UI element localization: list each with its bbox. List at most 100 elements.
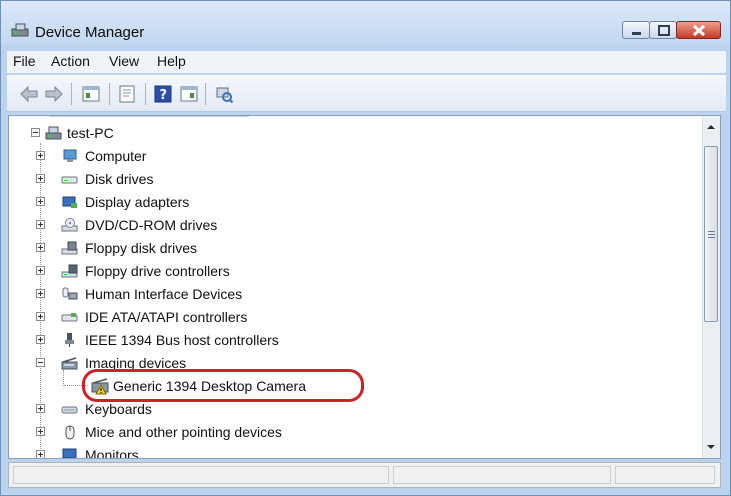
scroll-up-icon[interactable] [706,122,716,132]
category-label: Display adapters [85,194,190,210]
expand-toggle[interactable] [36,335,45,344]
vertical-scrollbar[interactable] [702,116,720,458]
expand-toggle[interactable] [36,220,45,229]
toolbar-separator [205,83,206,105]
category-label: Computer [85,148,147,164]
tree-category-row[interactable]: DVD/CD-ROM drives [9,214,699,236]
category-label: Imaging devices [85,355,187,371]
toolbar-separator [145,83,146,105]
scrollbar-thumb[interactable] [704,146,718,322]
minimize-icon [632,32,641,35]
expand-toggle[interactable] [36,404,45,413]
category-label: IEEE 1394 Bus host controllers [85,332,279,348]
tree-category-row[interactable]: Monitors [9,444,699,459]
category-label: Monitors [85,447,139,459]
disk-drive-icon [61,176,78,184]
imaging-device-icon [61,357,78,370]
keyboard-icon [61,406,78,414]
menu-help[interactable]: Help [157,53,186,69]
tree-header-fragment [49,116,249,117]
tree-category-row[interactable]: Computer [9,145,699,167]
status-bar [8,462,721,488]
tree-category-row[interactable]: Keyboards [9,398,699,420]
category-label: DVD/CD-ROM drives [85,217,218,233]
category-label: Disk drives [85,171,154,187]
toolbar-separator [71,83,72,105]
category-label: Mice and other pointing devices [85,424,282,440]
category-label: Floppy disk drives [85,240,198,256]
properties-icon[interactable] [117,84,137,104]
category-label: Floppy drive controllers [85,263,230,279]
tree-category-row[interactable]: IDE ATA/ATAPI controllers [9,306,699,328]
monitor-icon [62,448,77,458]
floppy-drive-icon [61,241,78,255]
computer-icon [63,149,77,162]
expand-toggle[interactable] [36,266,45,275]
device-manager-icon [11,23,29,37]
menu-action[interactable]: Action [51,53,90,69]
tree-category-row[interactable]: Display adapters [9,191,699,213]
scan-hardware-icon[interactable] [214,84,234,104]
tree-category-row[interactable]: Human Interface Devices [9,283,699,305]
show-hide-tree-icon[interactable] [81,84,101,104]
tree-root-label: test-PC [67,125,114,141]
toolbar: ? [7,75,726,112]
toolbar-separator [109,83,110,105]
floppy-controller-icon [61,264,78,278]
tree-root-row[interactable]: test-PC [9,122,699,144]
scroll-down-icon[interactable] [706,442,716,452]
expand-toggle[interactable] [36,151,45,160]
device-manager-window: Device Manager File Action View Help ? t… [0,0,731,496]
status-pane [615,466,715,484]
expand-toggle[interactable] [36,174,45,183]
forward-arrow-icon[interactable] [44,84,64,104]
svg-text:?: ? [160,88,168,103]
tree-category-row[interactable]: Imaging devices [9,352,699,374]
tree-category-row[interactable]: Floppy drive controllers [9,260,699,282]
scrollbar-grip [708,231,715,232]
category-label: Human Interface Devices [85,286,243,302]
display-adapter-icon [62,196,77,208]
expand-toggle[interactable] [36,312,45,321]
maximize-icon [658,25,670,36]
device-label: Generic 1394 Desktop Camera [113,378,306,394]
warning-camera-icon [91,378,109,395]
expand-toggle[interactable] [36,427,45,436]
minimize-button[interactable] [622,21,650,39]
help-icon[interactable]: ? [153,84,173,104]
ide-controller-icon [61,313,78,322]
category-label: Keyboards [85,401,152,417]
tree-category-row[interactable]: Disk drives [9,168,699,190]
tree-device-row[interactable]: Generic 1394 Desktop Camera [9,375,699,397]
category-label: IDE ATA/ATAPI controllers [85,309,248,325]
title-bar[interactable]: Device Manager [1,1,730,45]
dvd-drive-icon [61,218,78,232]
back-arrow-icon[interactable] [19,84,39,104]
scrollbar-grip [708,237,715,238]
hid-icon [62,287,78,300]
menu-file[interactable]: File [13,53,36,69]
status-pane [393,466,611,484]
tree-category-row[interactable]: Floppy disk drives [9,237,699,259]
tree-category-row[interactable]: Mice and other pointing devices [9,421,699,443]
menu-view[interactable]: View [109,53,139,69]
expand-toggle[interactable] [36,197,45,206]
window-title: Device Manager [35,24,145,41]
tree-category-row[interactable]: IEEE 1394 Bus host controllers [9,329,699,351]
status-pane [13,466,389,484]
computer-network-icon [45,126,62,140]
action-pane-icon[interactable] [179,84,199,104]
collapse-toggle[interactable] [36,358,45,367]
maximize-button[interactable] [649,21,677,39]
expand-toggle[interactable] [36,243,45,252]
close-icon [692,24,706,37]
device-tree[interactable]: test-PC Computer Disk drives Display ada… [8,115,721,459]
firewire-controller-icon [65,333,74,347]
scrollbar-grip [708,234,715,235]
close-button[interactable] [676,21,721,39]
collapse-toggle[interactable] [31,128,40,137]
mouse-icon [65,425,75,440]
menu-bar: File Action View Help [7,51,726,73]
expand-toggle[interactable] [36,289,45,298]
expand-toggle[interactable] [36,450,45,458]
